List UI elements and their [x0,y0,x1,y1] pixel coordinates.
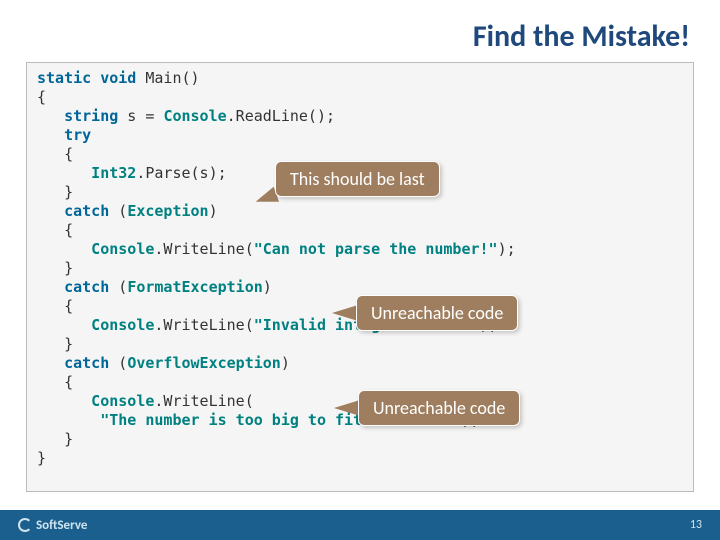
code: ) [281,354,290,372]
code: .WriteLine( [154,316,253,334]
code: ( [109,354,127,372]
code: .WriteLine( [154,392,253,410]
typ: Console [163,107,226,125]
code: } [37,449,46,467]
code: { [37,145,73,163]
typ: Exception [127,202,208,220]
callout-unreachable-2: Unreachable code [358,390,520,426]
page-number: 13 [690,518,702,532]
code: .Parse(s); [136,164,226,182]
code: ( [109,202,127,220]
kw: catch [37,354,109,372]
code: ( [109,278,127,296]
callout-tail [334,400,360,416]
kw: static [37,69,91,87]
code: { [37,221,73,239]
typ: Console [37,392,154,410]
code-block: static void Main() { string s = Console.… [26,62,694,492]
footer-bar: SoftServe 13 [0,510,720,540]
callout-last: This should be last [275,161,440,197]
slide-title: Find the Mistake! [473,18,690,55]
brand-text: SoftServe [36,518,87,533]
kw: void [100,69,136,87]
code: .WriteLine( [154,240,253,258]
brand-logo: SoftServe [18,518,87,533]
callout-unreachable-1: Unreachable code [356,295,518,331]
typ: Console [37,316,154,334]
code: Main() [136,69,199,87]
code: } [37,430,73,448]
code [37,411,100,429]
callout-tail [332,305,358,321]
code: { [37,373,73,391]
typ: FormatException [127,278,262,296]
kw: catch [37,202,109,220]
code: { [37,88,46,106]
str: "Can not parse the number!" [254,240,498,258]
kw: catch [37,278,109,296]
code: } [37,335,73,353]
kw: try [37,126,91,144]
code: ); [498,240,516,258]
code: { [37,297,73,315]
typ: OverflowException [127,354,281,372]
code: } [37,259,73,277]
logo-swirl-icon [18,518,32,532]
typ: Int32 [37,164,136,182]
code: } [37,183,73,201]
kw: string [37,107,118,125]
code: s = [118,107,163,125]
code: .ReadLine(); [227,107,335,125]
typ: Console [37,240,154,258]
code: ) [263,278,272,296]
code: ) [209,202,218,220]
